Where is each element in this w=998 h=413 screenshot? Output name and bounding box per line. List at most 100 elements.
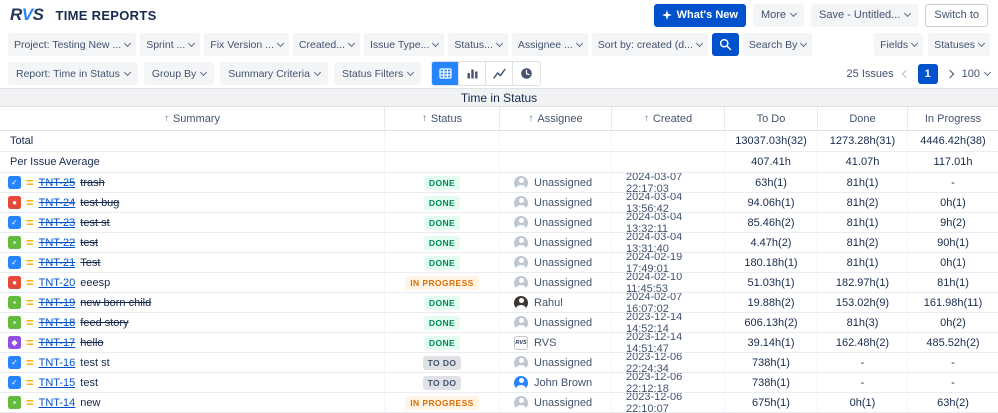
assignee-name: Unassigned (534, 236, 593, 249)
priority-medium-icon: = (26, 214, 34, 230)
issue-key-link[interactable]: TNT-20 (39, 277, 76, 289)
column-header-status[interactable]: ↑ Status (385, 107, 500, 130)
status-cell: TO DO (385, 373, 500, 392)
column-header-in-progress[interactable]: In Progress (908, 107, 998, 130)
summary-cell: ◆ = TNT-17 hello (0, 333, 385, 352)
issue-key-link[interactable]: TNT-21 (39, 257, 76, 269)
chevron-down-icon (123, 68, 131, 76)
issue-type-icon: ● (8, 196, 21, 209)
todo-cell: 19.88h(2) (725, 293, 818, 312)
whats-new-button[interactable]: What's New (653, 3, 746, 27)
assignee-cell: John Brown (500, 373, 612, 392)
done-cell: 81h(1) (818, 213, 908, 232)
created-cell: 2023-12-14 14:52:14 (612, 313, 725, 332)
chevron-down-icon (495, 39, 503, 47)
column-header-created[interactable]: ↑ Created (612, 107, 725, 130)
prev-page-button[interactable] (901, 69, 910, 78)
issue-key-link[interactable]: TNT-23 (39, 217, 76, 229)
created-cell: 2024-03-04 13:56:42 (612, 193, 725, 212)
status-badge: DONE (423, 335, 461, 350)
status-cell: DONE (385, 173, 500, 192)
summary-cell: ▪ = TNT-14 new (0, 393, 385, 412)
search-by-button[interactable]: Search By (742, 33, 813, 56)
search-button[interactable] (711, 33, 739, 56)
issue-key-link[interactable]: TNT-16 (39, 357, 76, 369)
done-cell: - (818, 353, 908, 372)
assignee-name: Unassigned (534, 176, 593, 189)
line-chart-view-button[interactable] (486, 62, 514, 85)
issue-key-link[interactable]: TNT-18 (39, 317, 76, 329)
total-todo: 13037.03h(32) (725, 131, 818, 151)
assignee-cell: Unassigned (500, 253, 612, 272)
time-view-button[interactable] (513, 62, 541, 85)
fields-button[interactable]: Fields (874, 33, 924, 56)
issue-key-link[interactable]: TNT-14 (39, 397, 76, 409)
issue-key-link[interactable]: TNT-15 (39, 377, 76, 389)
summary-criteria-button[interactable]: Summary Criteria (220, 62, 328, 85)
switch-to-button[interactable]: Switch to (925, 3, 988, 27)
table-row: ● = TNT-24 test bug DONE Unassigned 2024… (0, 193, 998, 213)
more-button[interactable]: More (752, 3, 805, 27)
done-cell: 81h(1) (818, 173, 908, 192)
filter-issue-type-button[interactable]: Issue Type... (364, 33, 445, 56)
issue-key-link[interactable]: TNT-19 (39, 297, 76, 309)
priority-medium-icon: = (26, 194, 34, 210)
line-chart-view-icon (492, 68, 506, 79)
done-cell: 81h(1) (818, 253, 908, 272)
table-row: ▪ = TNT-19 new born child DONE Rahul 202… (0, 293, 998, 313)
column-header-done[interactable]: Done (818, 107, 908, 130)
chevron-down-icon (977, 39, 986, 47)
status-cell: DONE (385, 313, 500, 332)
column-header-todo[interactable]: To Do (725, 107, 818, 130)
issue-key-link[interactable]: TNT-24 (39, 197, 76, 209)
page-size-select[interactable]: 100 (962, 68, 992, 80)
status-filters-button[interactable]: Status Filters (333, 62, 422, 85)
issue-key-link[interactable]: TNT-22 (39, 237, 76, 249)
chevron-down-icon (789, 9, 798, 18)
filter-fix-version-button[interactable]: Fix Version ... (204, 33, 289, 56)
in-progress-cell: 90h(1) (937, 236, 969, 249)
column-header-assignee[interactable]: ↑ Assignee (500, 107, 612, 130)
rvs-logo: RVS (10, 5, 44, 24)
created-cell: 2024-03-04 13:31:40 (612, 233, 725, 252)
sort-asc-icon: ↑ (643, 113, 649, 124)
in-progress-cell: 63h(2) (937, 396, 969, 409)
status-cell: DONE (385, 233, 500, 252)
todo-cell: 85.46h(2) (725, 213, 818, 232)
save-button[interactable]: Save - Untitled... (811, 3, 919, 27)
filter-sprint-button[interactable]: Sprint ... (140, 33, 201, 56)
current-page-button[interactable]: 1 (917, 63, 938, 84)
filter-status-button[interactable]: Status... (448, 33, 508, 56)
table-view-button[interactable] (432, 62, 460, 85)
next-page-button[interactable] (945, 69, 954, 78)
filter-assignee-button[interactable]: Assignee ... (511, 33, 588, 56)
table-row: ✓ = TNT-21 Test DONE Unassigned 2024-02-… (0, 253, 998, 273)
group-by-button[interactable]: Group By (143, 62, 215, 85)
report-select-button[interactable]: Report: Time in Status (8, 62, 138, 85)
chevron-down-icon (911, 39, 919, 47)
sparkle-icon (661, 10, 672, 20)
user-avatar (514, 195, 528, 210)
done-cell: 81h(3) (818, 313, 908, 332)
assignee-name: Unassigned (534, 216, 593, 229)
filter-created-button[interactable]: Created... (292, 33, 361, 56)
view-switcher (431, 61, 542, 86)
created-cell: 2023-12-06 22:24:34 (612, 353, 725, 372)
issue-key-link[interactable]: TNT-17 (39, 337, 76, 349)
user-avatar (514, 255, 528, 270)
column-header-summary[interactable]: ↑ Summary (0, 107, 385, 130)
assignee-name: Unassigned (534, 256, 593, 269)
in-progress-cell: 81h(1) (937, 276, 969, 289)
created-cell: 2024-03-04 13:32:11 (612, 213, 725, 232)
filter-sort-by-button[interactable]: Sort by: created (d... (591, 33, 708, 56)
issue-key-link[interactable]: TNT-25 (39, 177, 76, 189)
todo-cell: 4.47h(2) (725, 233, 818, 252)
statuses-button[interactable]: Statuses (928, 33, 990, 56)
chevron-down-icon (983, 68, 992, 76)
bar-chart-view-button[interactable] (459, 62, 487, 85)
filter-project-button[interactable]: Project: Testing New ... (8, 33, 137, 56)
todo-cell: 51.03h(1) (725, 273, 818, 292)
table-body: ✓ = TNT-25 trash DONE Unassigned 2024-03… (0, 173, 998, 413)
issue-summary: test st (80, 216, 110, 229)
in-progress-cell: 0h(2) (940, 316, 966, 329)
